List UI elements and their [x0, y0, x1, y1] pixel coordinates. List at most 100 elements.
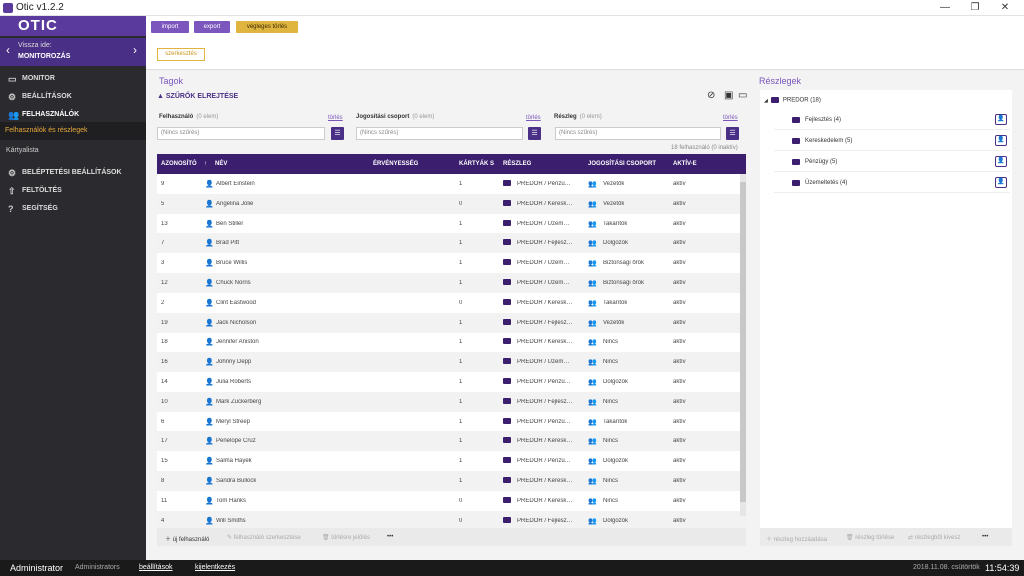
- table-row[interactable]: 2 👤 Clint Eastwood 0 PREDOR / Keresk… 👥 Takarí…: [157, 293, 746, 313]
- chevron-left-icon: ‹: [6, 43, 10, 57]
- tree-item[interactable]: Kereskedelem (5) 👤: [774, 131, 1010, 151]
- col-cards[interactable]: KÁRTYÁK S: [459, 161, 494, 167]
- cell-cards: 1: [459, 280, 463, 286]
- cell-name: Tom Hanks: [216, 497, 247, 504]
- cell-cards: 0: [459, 200, 463, 207]
- folder-icon: [792, 117, 800, 123]
- filter-dept-clear[interactable]: törlés: [723, 115, 738, 121]
- scrollbar-thumb[interactable]: [740, 182, 746, 502]
- help-icon: ?: [8, 204, 14, 214]
- table-row[interactable]: 6 👤 Meryl Streep 1 PREDOR / Pénzü… 👥 Takarítók…: [157, 412, 746, 432]
- user-icon: 👤: [205, 280, 214, 287]
- members-icon[interactable]: 👤: [995, 177, 1007, 188]
- col-active[interactable]: AKTÍV-E: [673, 161, 697, 167]
- back-link[interactable]: ‹ Vissza ide: MONITOROZÁS ›: [0, 38, 146, 66]
- cell-group: Biztonsági őrök: [603, 260, 645, 267]
- maximize-button[interactable]: ❐: [960, 0, 990, 16]
- cell-group: Dolgozók: [603, 379, 629, 385]
- user-icon: 👤: [205, 181, 214, 188]
- new-user-button[interactable]: ＋ új felhasználó: [165, 534, 209, 543]
- edit-button[interactable]: szerkesztés: [157, 48, 205, 61]
- cell-id: 9: [161, 181, 165, 187]
- clear-filter-icon[interactable]: ⊘: [707, 90, 715, 101]
- cell-active: aktív: [673, 181, 686, 187]
- sidebar-item-upload[interactable]: ⇧ FELTÖLTÉS: [0, 182, 146, 200]
- table-row[interactable]: 3 👤 Bruce Willis 1 PREDOR / Üzem… 👥 Biztonsági…: [157, 253, 746, 273]
- folder-icon: [503, 259, 511, 266]
- close-button[interactable]: ✕: [990, 0, 1020, 16]
- edit-user-button[interactable]: ✎ felhasználó szerkesztése: [227, 534, 301, 541]
- table-row[interactable]: 18 👤 Jennifer Aniston 1 PREDOR / Keresk… 👥 Nin…: [157, 332, 746, 352]
- table-row[interactable]: 11 👤 Tom Hanks 0 PREDOR / Keresk… 👥 Nincs aktív: [157, 491, 746, 511]
- mark-delete-button[interactable]: 🗑 törlésre jelölés: [322, 534, 370, 541]
- delete-department-button[interactable]: 🗑 részleg törlése: [846, 534, 894, 541]
- permanent-delete-button[interactable]: végleges törlés: [236, 21, 298, 33]
- filter-user-clear[interactable]: törlés: [328, 115, 343, 121]
- import-button[interactable]: import: [151, 21, 189, 33]
- table-scrollbar[interactable]: [740, 174, 746, 516]
- table-row[interactable]: 8 👤 Sandra Bullock 1 PREDOR / Keresk… 👥 Nincs a…: [157, 471, 746, 491]
- sidebar-item-users-departments[interactable]: Felhasználók és részlegek: [0, 122, 146, 140]
- back-label: Vissza ide:: [18, 42, 52, 49]
- table-row[interactable]: 17 👤 Penelope Cruz 1 PREDOR / Keresk… 👥 Nincs a…: [157, 431, 746, 452]
- cell-id: 13: [161, 220, 168, 227]
- save-icon[interactable]: ▣: [724, 90, 733, 101]
- tree-item[interactable]: Fejlesztés (4) 👤: [774, 110, 1010, 130]
- col-name[interactable]: NÉV: [215, 161, 227, 167]
- upload-icon: ⇧: [8, 186, 16, 196]
- filter-group-input[interactable]: (Nincs szűrés): [356, 127, 523, 140]
- cell-name: Angelina Jolie: [216, 200, 254, 207]
- col-department[interactable]: RÉSZLEG: [503, 161, 531, 167]
- more-button[interactable]: •••: [387, 534, 393, 540]
- folder-icon: [503, 219, 511, 226]
- remove-from-department-button[interactable]: ⇄ részlegből kivesz: [908, 534, 960, 541]
- table-row[interactable]: 13 👤 Ben Stiller 1 PREDOR / Üzem… 👥 Takarítók a…: [157, 214, 746, 234]
- add-department-button[interactable]: ＋ részleg hozzáadása: [766, 534, 827, 543]
- tree-item[interactable]: Pénzügy (5) 👤: [774, 152, 1010, 172]
- table-row[interactable]: 14 👤 Julia Roberts 1 PREDOR / Pénzü… 👥 Dolgozó…: [157, 372, 746, 392]
- sidebar-item-cardlist[interactable]: Kártyalista: [0, 142, 146, 160]
- app-icon: [3, 3, 13, 13]
- filter-dept-list-button[interactable]: ☰: [726, 127, 739, 140]
- col-group[interactable]: JOGOSÍTÁSI CSOPORT: [588, 161, 656, 167]
- sidebar-item-settings[interactable]: ⚙ BEÁLLÍTÁSOK: [0, 88, 146, 106]
- filter-user-list-button[interactable]: ☰: [331, 127, 344, 140]
- cell-group: Nincs: [603, 398, 619, 405]
- logout-link[interactable]: kijelentkezés: [195, 564, 235, 571]
- filter-user-input[interactable]: (Nincs szűrés): [157, 127, 325, 140]
- col-validity[interactable]: ÉRVÉNYESSÉG: [373, 161, 418, 167]
- members-icon[interactable]: 👤: [995, 135, 1007, 146]
- members-icon[interactable]: 👤: [995, 114, 1007, 125]
- export-button[interactable]: export: [194, 21, 230, 33]
- table-row[interactable]: 15 👤 Salma Hayek 1 PREDOR / Pénzü… 👥 Dolgozók a…: [157, 451, 746, 471]
- filter-dept-input[interactable]: (Nincs szűrés): [555, 127, 721, 140]
- table-row[interactable]: 12 👤 Chuck Norris 1 PREDOR / Üzem… 👥 Biztonság…: [157, 273, 746, 293]
- folder-icon[interactable]: ▭: [738, 90, 747, 101]
- table-row[interactable]: 19 👤 Jack Nicholson 1 PREDOR / Fejlesz… 👥 Veze…: [157, 312, 746, 333]
- cell-active: aktív: [673, 240, 686, 247]
- sidebar-item-entry-settings[interactable]: ⚙ BELÉPTETÉSI BEÁLLÍTÁSOK: [0, 164, 146, 182]
- sidebar-item-help[interactable]: ? SEGÍTSÉG: [0, 200, 146, 218]
- col-id[interactable]: AZONOSÍTÓ: [161, 161, 197, 167]
- table-row[interactable]: 7 👤 Brad Pitt 1 PREDOR / Fejlesz… 👥 Dolgozók ak…: [157, 233, 746, 254]
- filter-group-clear[interactable]: törlés: [526, 115, 541, 121]
- table-row[interactable]: 5 👤 Angelina Jolie 0 PREDOR / Keresk… 👥 Vezető…: [157, 193, 746, 214]
- settings-link[interactable]: beállítások: [139, 564, 172, 571]
- table-row[interactable]: 16 👤 Johnny Depp 1 PREDOR / Üzem… 👥 Nincs aktív: [157, 352, 746, 373]
- group-icon: 👥: [588, 379, 597, 386]
- cell-department: PREDOR / Üzem…: [517, 280, 570, 286]
- tree-root[interactable]: ◢ PREDOR (18): [764, 97, 821, 104]
- filter-group-list-button[interactable]: ☰: [528, 127, 541, 140]
- tree-item[interactable]: Üzemeltetés (4) 👤: [774, 173, 1010, 193]
- cell-department: PREDOR / Pénzü…: [517, 181, 571, 187]
- minimize-button[interactable]: —: [930, 0, 960, 16]
- members-icon[interactable]: 👤: [995, 156, 1007, 167]
- sidebar-item-monitor[interactable]: ▭ MONITOR: [0, 70, 146, 88]
- table-row[interactable]: 9 👤 Albert Einstein 1 PREDOR / Pénzü… 👥 Vezető…: [157, 174, 746, 194]
- table-row[interactable]: 10 👤 Mark Zuckerberg 1 PREDOR / Fejlesz… 👥 Nin…: [157, 391, 746, 412]
- more-button[interactable]: •••: [982, 534, 988, 540]
- collapse-icon: ◢: [764, 97, 768, 104]
- cell-department: PREDOR / Fejlesz…: [517, 398, 573, 405]
- hide-filters-toggle[interactable]: ▲ SZŰRŐK ELREJTÉSE: [157, 93, 238, 100]
- cell-name: Jennifer Aniston: [216, 339, 259, 346]
